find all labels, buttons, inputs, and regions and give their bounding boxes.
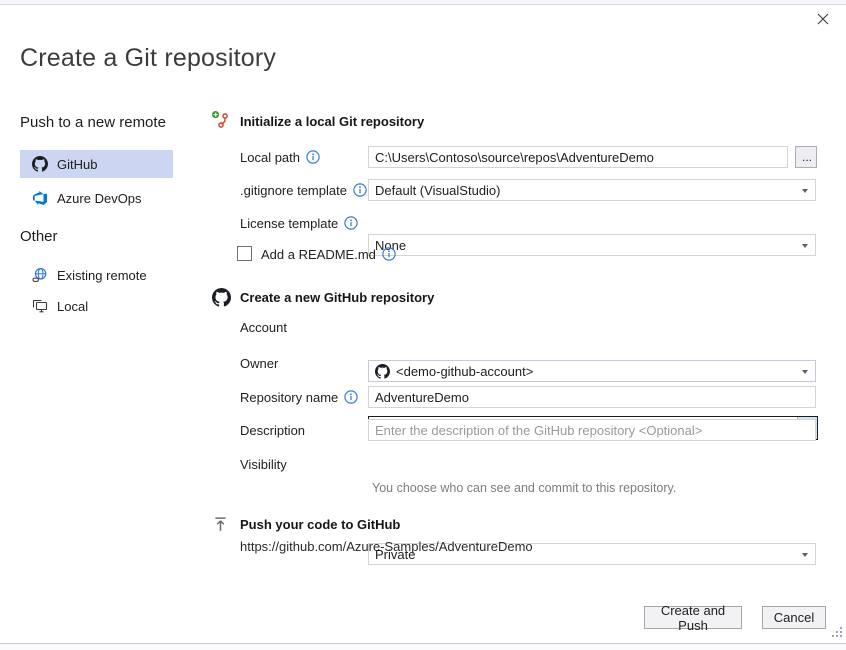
dialog-title: Create a Git repository	[20, 44, 276, 73]
account-label-row: Account	[240, 316, 287, 338]
push-remote-section-header: Push to a new remote	[20, 114, 166, 131]
repo-name-field	[368, 386, 816, 408]
sidebar-item-label: GitHub	[57, 157, 97, 172]
github-section-header: Create a new GitHub repository	[240, 290, 434, 305]
init-repo-icon	[211, 110, 231, 130]
description-label-row: Description	[240, 419, 305, 441]
window-top-border	[0, 0, 846, 5]
visibility-hint: You choose who can see and commit to thi…	[372, 481, 676, 495]
info-icon[interactable]	[344, 216, 358, 230]
sidebar-item-label: Existing remote	[57, 268, 147, 283]
push-repo-url: https://github.com/Azure-Samples/Adventu…	[240, 539, 533, 554]
resize-grip[interactable]	[830, 627, 843, 643]
readme-label-row: Add a README.md	[261, 243, 396, 265]
gitignore-template-dropdown[interactable]: Default (VisualStudio)	[368, 179, 816, 201]
close-icon	[817, 13, 829, 28]
info-icon[interactable]	[382, 247, 396, 261]
other-section-header: Other	[20, 228, 58, 245]
repo-name-label-row: Repository name	[240, 386, 358, 408]
visibility-label: Visibility	[240, 457, 287, 472]
owner-label: Owner	[240, 356, 278, 371]
github-icon	[32, 156, 48, 172]
local-path-label-row: Local path	[240, 146, 320, 168]
github-icon	[375, 364, 390, 379]
account-value: <demo-github-account>	[396, 364, 533, 379]
create-git-repo-dialog: Create a Git repository Push to a new re…	[0, 0, 846, 650]
local-path-label: Local path	[240, 150, 300, 165]
license-label-row: License template	[240, 212, 358, 234]
local-computer-icon	[32, 298, 48, 314]
license-template-dropdown[interactable]: None	[368, 234, 816, 256]
gitignore-template-value: Default (VisualStudio)	[375, 183, 501, 198]
local-path-field	[368, 146, 788, 168]
repo-name-label: Repository name	[240, 390, 338, 405]
init-section-header: Initialize a local Git repository	[240, 114, 424, 129]
create-and-push-button[interactable]: Create and Push	[644, 606, 742, 629]
readme-label: Add a README.md	[261, 247, 376, 262]
info-icon[interactable]	[306, 150, 320, 164]
sidebar-item-label: Azure DevOps	[57, 191, 142, 206]
browse-button[interactable]: ...	[795, 146, 817, 168]
chevron-down-icon	[802, 553, 808, 557]
window-bottom-edge	[0, 644, 846, 650]
description-input[interactable]	[369, 420, 815, 440]
visibility-label-row: Visibility	[240, 453, 287, 475]
chevron-down-icon	[802, 370, 808, 374]
sidebar-item-local[interactable]: Local	[20, 292, 173, 320]
close-button[interactable]	[812, 9, 834, 31]
github-section-icon	[211, 287, 231, 307]
sidebar-item-azure-devops[interactable]: Azure DevOps	[20, 184, 173, 212]
push-section-header: Push your code to GitHub	[240, 517, 400, 532]
local-path-input[interactable]	[369, 147, 787, 167]
azure-devops-icon	[32, 190, 48, 206]
chevron-down-icon	[802, 189, 808, 193]
info-icon[interactable]	[344, 390, 358, 404]
readme-checkbox[interactable]	[237, 246, 252, 261]
chevron-down-icon	[802, 244, 808, 248]
globe-remote-icon	[32, 267, 48, 283]
repo-name-input[interactable]	[369, 387, 815, 407]
push-upload-icon	[211, 514, 229, 534]
account-label: Account	[240, 320, 287, 335]
sidebar-item-label: Local	[57, 299, 88, 314]
gitignore-label-row: .gitignore template	[240, 179, 367, 201]
owner-label-row: Owner	[240, 352, 278, 374]
info-icon[interactable]	[353, 183, 367, 197]
account-dropdown[interactable]: <demo-github-account>	[368, 360, 816, 382]
sidebar-item-existing-remote[interactable]: Existing remote	[20, 261, 173, 289]
sidebar-item-github[interactable]: GitHub	[20, 150, 173, 178]
description-label: Description	[240, 423, 305, 438]
description-field	[368, 419, 816, 441]
license-label: License template	[240, 216, 338, 231]
cancel-button[interactable]: Cancel	[762, 606, 826, 629]
gitignore-label: .gitignore template	[240, 183, 347, 198]
